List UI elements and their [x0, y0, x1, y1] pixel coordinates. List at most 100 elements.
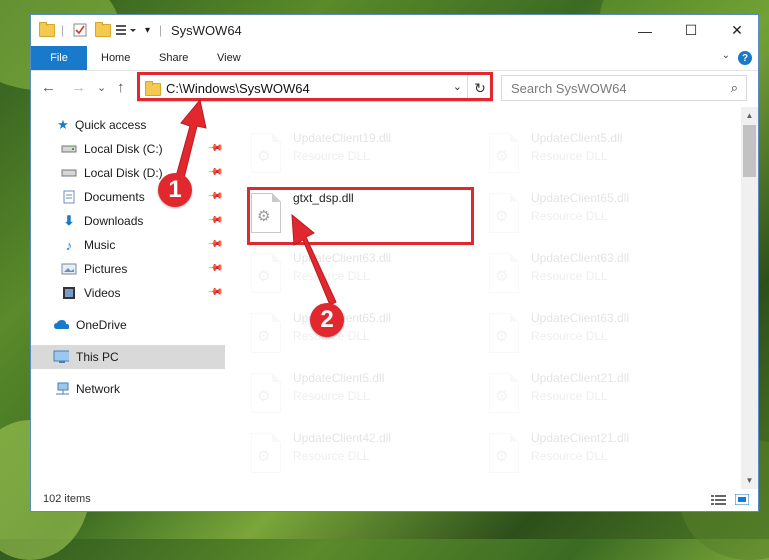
file-name: UpdateClient19.dll — [293, 131, 392, 145]
file-item[interactable]: ⚙ UpdateClient42.dll Resource DLL — [247, 427, 477, 483]
sidebar-item-label: Network — [76, 382, 121, 396]
sidebar-item-network[interactable]: Network — [31, 377, 225, 401]
scroll-thumb[interactable] — [743, 125, 756, 177]
tab-view[interactable]: View — [217, 46, 241, 70]
properties-icon[interactable] — [73, 22, 87, 38]
explorer-window: | ▾ | SysWOW64 — ☐ ✕ File Home Share Vie… — [30, 14, 759, 512]
pin-icon[interactable]: 📌 — [207, 212, 224, 229]
pin-icon[interactable]: 📌 — [207, 188, 224, 205]
file-item[interactable]: ⚙ UpdateClient5.dll Resource DLL — [485, 127, 715, 183]
forward-button[interactable]: → — [71, 79, 86, 96]
file-item[interactable]: ⚙ UpdateClient63.dll Resource DLL — [247, 247, 477, 303]
separator: | — [159, 23, 163, 37]
ribbon-tabs: File Home Share View ⌄ ? — [31, 46, 758, 71]
computer-icon — [53, 350, 69, 364]
address-bar[interactable]: C:\Windows\SysWOW64 ⌄ — [137, 74, 493, 102]
gear-icon: ⚙ — [495, 208, 509, 225]
file-item[interactable]: ⚙ UpdateClient65.dll Resource DLL — [247, 307, 477, 363]
close-button[interactable]: ✕ — [714, 15, 760, 46]
tab-share[interactable]: Share — [159, 46, 188, 70]
network-icon — [53, 382, 69, 396]
sidebar-item-videos[interactable]: Videos 📌 — [31, 281, 225, 305]
file-type: Resource DLL — [531, 149, 608, 163]
sidebar-item-this-pc[interactable]: This PC — [31, 345, 225, 369]
scroll-up-icon[interactable]: ▲ — [741, 107, 758, 124]
search-input[interactable]: Search SysWOW64 — [511, 81, 627, 96]
details-view-icon[interactable] — [711, 494, 726, 505]
sidebar-item-local-disk-d[interactable]: Local Disk (D:) 📌 — [31, 161, 225, 185]
gear-icon: ⚙ — [495, 448, 509, 465]
sidebar-item-quick-access[interactable]: ★ Quick access — [31, 113, 225, 137]
file-item[interactable]: ⚙ UpdateClient21.dll Resource DLL — [485, 367, 715, 423]
tab-home[interactable]: Home — [101, 46, 130, 70]
status-bar: 102 items — [31, 489, 758, 511]
refresh-button[interactable]: ↻ — [467, 74, 492, 102]
expand-ribbon-icon[interactable]: ⌄ — [722, 50, 730, 61]
file-name: UpdateClient65.dll — [531, 191, 630, 205]
file-type: Resource DLL — [293, 149, 370, 163]
up-button[interactable]: ↑ — [117, 79, 125, 96]
videos-icon — [61, 286, 77, 300]
sidebar-item-label: Quick access — [75, 118, 147, 132]
pin-icon[interactable]: 📌 — [207, 164, 224, 181]
pin-icon[interactable]: 📌 — [207, 260, 224, 277]
file-item[interactable]: ⚙ UpdateClient65.dll Resource DLL — [485, 187, 715, 243]
sidebar-item-pictures[interactable]: Pictures 📌 — [31, 257, 225, 281]
sidebar-item-label: Downloads — [84, 214, 144, 228]
cloud-icon — [53, 318, 69, 332]
file-name: UpdateClient5.dll — [293, 371, 385, 385]
back-button[interactable]: ← — [41, 79, 56, 96]
download-icon: ⬇ — [63, 213, 75, 228]
sidebar-item-label: Pictures — [84, 262, 128, 276]
pin-icon[interactable]: 📌 — [207, 236, 224, 253]
gear-icon: ⚙ — [257, 148, 271, 165]
file-item[interactable]: ⚙ UpdateClient63.dll Resource DLL — [485, 307, 715, 363]
address-path: C:\Windows\SysWOW64 — [166, 81, 310, 96]
sidebar-item-label: OneDrive — [76, 318, 127, 332]
pin-icon[interactable]: 📌 — [207, 284, 224, 301]
file-item[interactable]: ⚙ UpdateClient21.dll Resource DLL — [485, 427, 715, 483]
music-icon: ♪ — [65, 237, 73, 253]
maximize-button[interactable]: ☐ — [668, 15, 714, 46]
sidebar-item-label: This PC — [76, 350, 119, 364]
new-folder-icon[interactable] — [95, 21, 111, 38]
pictures-icon — [61, 262, 77, 276]
scroll-down-icon[interactable]: ▼ — [741, 472, 758, 489]
sidebar-item-label: Music — [84, 238, 116, 252]
help-icon[interactable]: ? — [738, 51, 752, 65]
large-icons-view-icon[interactable] — [734, 493, 750, 506]
file-name: UpdateClient42.dll — [293, 431, 392, 445]
gear-icon: ⚙ — [257, 388, 271, 405]
gear-icon: ⚙ — [257, 268, 271, 285]
file-item[interactable]: ⚙ UpdateClient63.dll Resource DLL — [485, 247, 715, 303]
title-bar: | ▾ | SysWOW64 — ☐ ✕ — [31, 15, 758, 46]
customize-toolbar-icon[interactable] — [115, 22, 139, 38]
pin-icon[interactable]: 📌 — [207, 140, 224, 157]
navigation-pane: ★ Quick access Local Disk (C:) 📌 Local D… — [31, 111, 225, 481]
folder-icon — [145, 81, 161, 96]
sidebar-item-local-disk-c[interactable]: Local Disk (C:) 📌 — [31, 137, 225, 161]
gear-icon: ⚙ — [495, 388, 509, 405]
window-title: SysWOW64 — [171, 23, 242, 38]
file-type: Resource DLL — [531, 389, 608, 403]
file-item[interactable]: ⚙ UpdateClient19.dll Resource DLL — [247, 127, 477, 183]
sidebar-item-documents[interactable]: Documents 📌 — [31, 185, 225, 209]
sidebar-item-music[interactable]: ♪ Music 📌 — [31, 233, 225, 257]
tab-file[interactable]: File — [31, 46, 87, 70]
search-box[interactable]: Search SysWOW64 ⌕ — [501, 75, 747, 101]
file-name: UpdateClient63.dll — [531, 251, 630, 265]
quick-access-folder-icon — [39, 21, 55, 38]
vertical-scrollbar[interactable]: ▲ ▼ — [741, 107, 758, 489]
drive-icon — [61, 142, 77, 156]
address-dropdown-icon[interactable]: ⌄ — [453, 80, 462, 93]
file-item[interactable]: ⚙ UpdateClient5.dll Resource DLL — [247, 367, 477, 423]
search-icon[interactable]: ⌕ — [731, 80, 738, 96]
file-name: UpdateClient5.dll — [531, 131, 623, 145]
minimize-button[interactable]: — — [622, 15, 668, 46]
gear-icon: ⚙ — [495, 268, 509, 285]
sidebar-item-downloads[interactable]: ⬇ Downloads 📌 — [31, 209, 225, 233]
recent-locations-button[interactable]: ⌄ — [97, 81, 106, 94]
quick-access-dropdown-icon[interactable]: ▾ — [145, 22, 150, 38]
sidebar-item-onedrive[interactable]: OneDrive — [31, 313, 225, 337]
sidebar-item-label: Local Disk (D:) — [84, 166, 163, 180]
